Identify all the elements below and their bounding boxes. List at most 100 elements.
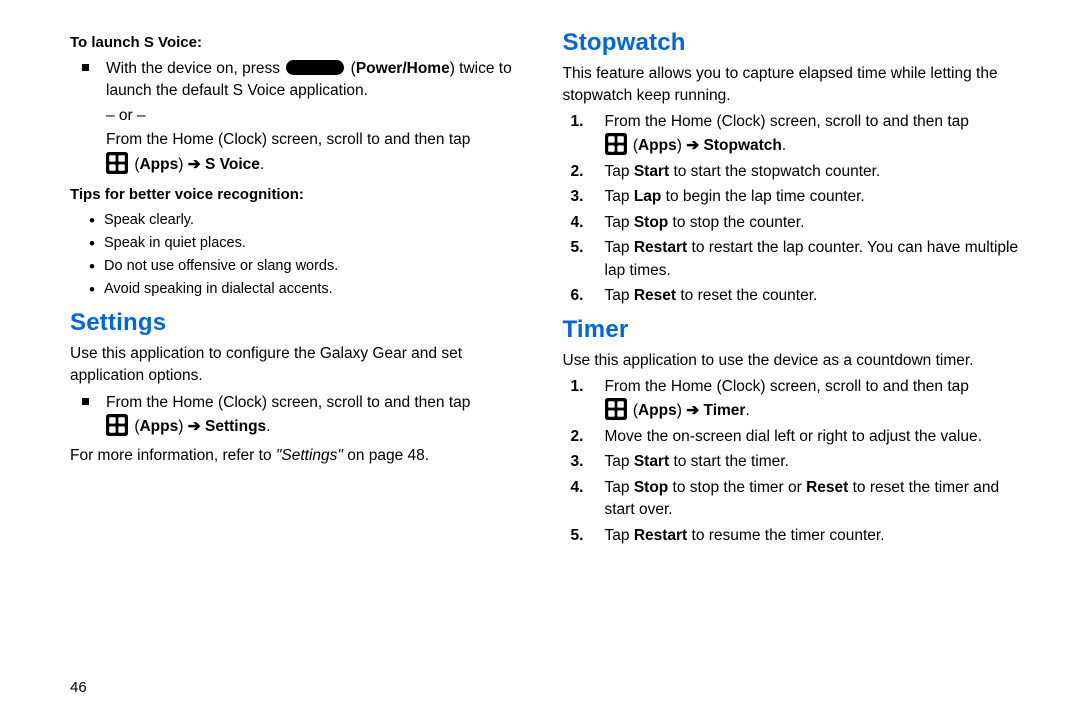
list-item: 3.Tap Lap to begin the lap time counter. xyxy=(563,186,1026,208)
bold: Stop xyxy=(634,214,668,231)
text: Tap xyxy=(605,479,634,496)
step-number: 4. xyxy=(563,212,605,234)
text: . xyxy=(745,402,749,419)
stopwatch-heading: Stopwatch xyxy=(563,26,1026,61)
arrow-icon: ➔ xyxy=(188,156,201,173)
apps-label: Apps xyxy=(139,418,178,435)
bold: Start xyxy=(634,163,669,180)
bold: Lap xyxy=(634,188,662,205)
or-divider: – or – xyxy=(106,105,533,127)
tip-item: Speak clearly. xyxy=(104,210,533,231)
text: on page 48. xyxy=(343,447,429,464)
settings-more-info: For more information, refer to "Settings… xyxy=(70,445,533,467)
list-item: 5.Tap Restart to restart the lap counter… xyxy=(563,237,1026,282)
text: to start the stopwatch counter. xyxy=(669,163,880,180)
text: to reset the counter. xyxy=(676,287,817,304)
list-item: 2.Tap Start to start the stopwatch count… xyxy=(563,161,1026,183)
list-item: 4.Tap Stop to stop the counter. xyxy=(563,212,1026,234)
list-item: 3.Tap Start to start the timer. xyxy=(563,451,1026,473)
text: to resume the timer counter. xyxy=(687,527,884,544)
svoice-launch-head: To launch S Voice: xyxy=(70,32,533,54)
svoice-label: S Voice xyxy=(205,156,260,173)
power-home-button-icon xyxy=(286,60,344,75)
list-item: 2.Move the on-screen dial left or right … xyxy=(563,426,1026,448)
text: Tap xyxy=(605,527,634,544)
settings-intro: Use this application to configure the Ga… xyxy=(70,343,533,388)
apps-icon xyxy=(106,152,128,174)
bold: Stop xyxy=(634,479,668,496)
bold: Reset xyxy=(634,287,676,304)
text: From the Home (Clock) screen, scroll to … xyxy=(106,131,470,148)
text: Tap xyxy=(605,453,634,470)
text: to stop the counter. xyxy=(668,214,804,231)
step-number: 1. xyxy=(563,111,605,158)
settings-label: Settings xyxy=(205,418,266,435)
bold: Start xyxy=(634,453,669,470)
step-number: 2. xyxy=(563,161,605,183)
text: . xyxy=(266,418,270,435)
tip-item: Speak in quiet places. xyxy=(104,233,533,254)
timer-heading: Timer xyxy=(563,313,1026,348)
step-number: 3. xyxy=(563,186,605,208)
step-number: 5. xyxy=(563,525,605,547)
settings-heading: Settings xyxy=(70,306,533,341)
step-number: 3. xyxy=(563,451,605,473)
apps-label: Apps xyxy=(638,402,677,419)
timer-intro: Use this application to use the device a… xyxy=(563,350,1026,372)
settings-nav-bullet: From the Home (Clock) screen, scroll to … xyxy=(70,392,533,439)
svoice-launch-bullet: With the device on, press (Power/Home) t… xyxy=(70,58,533,176)
text: Tap xyxy=(605,188,634,205)
step-number: 5. xyxy=(563,237,605,282)
step-number: 6. xyxy=(563,285,605,307)
settings-ref: "Settings" xyxy=(276,447,343,464)
stopwatch-label: Stopwatch xyxy=(704,137,782,154)
list-item: 4.Tap Stop to stop the timer or Reset to… xyxy=(563,477,1026,522)
step-number: 4. xyxy=(563,477,605,522)
apps-icon xyxy=(605,133,627,155)
timer-label: Timer xyxy=(704,402,746,419)
apps-label: Apps xyxy=(139,156,178,173)
list-item: 1. From the Home (Clock) screen, scroll … xyxy=(563,376,1026,423)
step-number: 1. xyxy=(563,376,605,423)
text: Tap xyxy=(605,239,634,256)
text: Move the on-screen dial left or right to… xyxy=(605,426,1026,448)
step-number: 2. xyxy=(563,426,605,448)
left-column: To launch S Voice: With the device on, p… xyxy=(70,30,533,710)
text: Tap xyxy=(605,163,634,180)
bold: Restart xyxy=(634,239,687,256)
apps-icon xyxy=(605,398,627,420)
text: to stop the timer or xyxy=(668,479,806,496)
stopwatch-intro: This feature allows you to capture elaps… xyxy=(563,63,1026,108)
list-item: 6.Tap Reset to reset the counter. xyxy=(563,285,1026,307)
text: to begin the lap time counter. xyxy=(661,188,864,205)
stopwatch-steps: 1. From the Home (Clock) screen, scroll … xyxy=(563,111,1026,308)
apps-label: Apps xyxy=(638,137,677,154)
page-number: 46 xyxy=(70,679,87,696)
text: Tap xyxy=(605,214,634,231)
manual-page: To launch S Voice: With the device on, p… xyxy=(0,0,1080,720)
text: to start the timer. xyxy=(669,453,789,470)
apps-icon xyxy=(106,414,128,436)
text: . xyxy=(260,156,264,173)
arrow-icon: ➔ xyxy=(686,137,699,154)
tip-item: Avoid speaking in dialectal accents. xyxy=(104,279,533,300)
text: ) xyxy=(677,137,686,154)
text: . xyxy=(782,137,786,154)
text: ) xyxy=(178,418,187,435)
text: Tap xyxy=(605,287,634,304)
text: For more information, refer to xyxy=(70,447,276,464)
tips-head: Tips for better voice recognition: xyxy=(70,184,533,206)
bold: Restart xyxy=(634,527,687,544)
bold: Reset xyxy=(806,479,848,496)
tips-list: Speak clearly. Speak in quiet places. Do… xyxy=(70,210,533,300)
text: From the Home (Clock) screen, scroll to … xyxy=(106,394,470,411)
arrow-icon: ➔ xyxy=(686,402,699,419)
list-item: 1. From the Home (Clock) screen, scroll … xyxy=(563,111,1026,158)
text: ) xyxy=(677,402,686,419)
text: With the device on, press xyxy=(106,60,284,77)
list-item: 5.Tap Restart to resume the timer counte… xyxy=(563,525,1026,547)
right-column: Stopwatch This feature allows you to cap… xyxy=(563,30,1026,710)
text: From the Home (Clock) screen, scroll to … xyxy=(605,378,969,395)
power-home-label: Power/Home xyxy=(356,60,450,77)
text: ) xyxy=(178,156,187,173)
